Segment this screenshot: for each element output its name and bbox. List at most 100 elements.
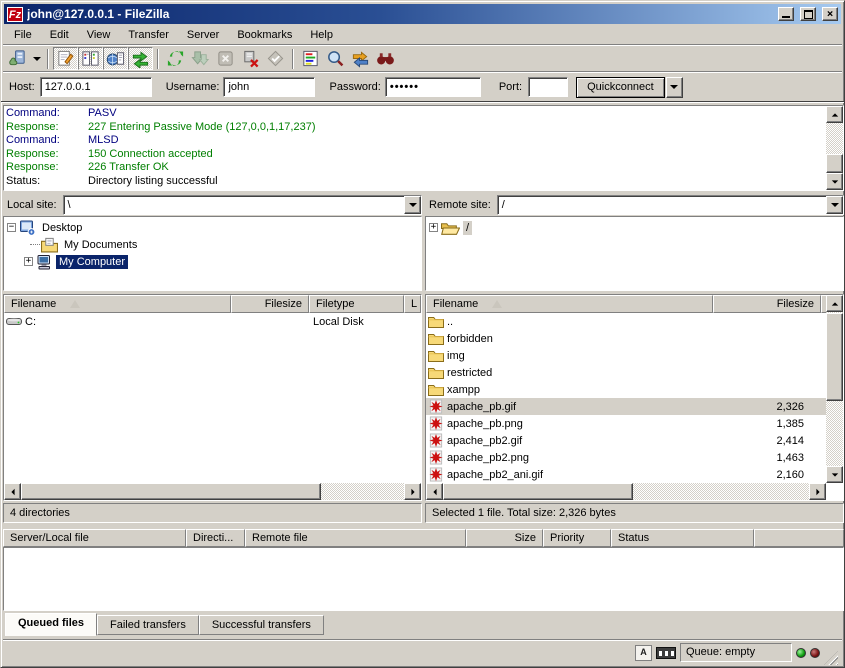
file-row[interactable]: restricted bbox=[426, 364, 826, 381]
column-header-priority[interactable]: Priority bbox=[543, 529, 611, 547]
column-header-server-local-file[interactable]: Server/Local file bbox=[3, 529, 186, 547]
column-header-direction[interactable]: Directi... bbox=[186, 529, 245, 547]
file-row-c-drive[interactable]: C: Local Disk bbox=[4, 313, 421, 330]
file-row[interactable]: img bbox=[426, 347, 826, 364]
title-bar[interactable]: Fz john@127.0.0.1 - FileZilla × bbox=[4, 4, 841, 24]
toggle-remote-tree-button[interactable] bbox=[103, 47, 128, 70]
scrollbar-track[interactable] bbox=[826, 312, 843, 466]
scrollbar-track[interactable] bbox=[826, 123, 843, 173]
scroll-up-button[interactable] bbox=[826, 295, 843, 312]
username-input[interactable] bbox=[223, 77, 315, 97]
column-header-filetype[interactable]: Filetype bbox=[309, 295, 404, 313]
column-header-filesize[interactable]: Filesize bbox=[713, 295, 821, 313]
minimize-button[interactable] bbox=[778, 7, 794, 21]
scroll-down-button[interactable] bbox=[826, 466, 843, 483]
local-site-value[interactable]: \ bbox=[64, 196, 404, 214]
scroll-left-button[interactable] bbox=[426, 483, 443, 500]
file-row[interactable]: xampp bbox=[426, 381, 826, 398]
toggle-message-log-button[interactable] bbox=[53, 47, 78, 70]
reconnect-button[interactable] bbox=[263, 47, 288, 70]
filter-button[interactable] bbox=[298, 47, 323, 70]
scrollbar-thumb[interactable] bbox=[826, 154, 843, 173]
local-site-combo[interactable]: \ bbox=[63, 195, 422, 215]
combo-dropdown-button[interactable] bbox=[826, 196, 843, 214]
column-header-filename[interactable]: Filename bbox=[426, 295, 713, 313]
remote-horizontal-scrollbar[interactable] bbox=[426, 483, 826, 500]
find-files-button[interactable] bbox=[373, 47, 398, 70]
transfer-queue-icon bbox=[131, 49, 150, 68]
local-horizontal-scrollbar[interactable] bbox=[4, 483, 421, 500]
scrollbar-thumb[interactable] bbox=[826, 313, 843, 401]
file-row[interactable]: apache_pb2.gif 2,414 bbox=[426, 432, 826, 449]
synchronized-browsing-button[interactable] bbox=[348, 47, 373, 70]
scrollbar-track[interactable] bbox=[21, 483, 404, 500]
speed-limit-indicator-icon[interactable] bbox=[656, 647, 676, 659]
scrollbar-track[interactable] bbox=[443, 483, 809, 500]
file-row[interactable]: apache_pb2_ani.gif 2,160 bbox=[426, 466, 826, 483]
refresh-button[interactable] bbox=[163, 47, 188, 70]
scroll-right-button[interactable] bbox=[809, 483, 826, 500]
tab-failed-transfers[interactable]: Failed transfers bbox=[97, 615, 199, 635]
host-input[interactable] bbox=[40, 77, 152, 97]
scroll-right-button[interactable] bbox=[404, 483, 421, 500]
tree-item-my-documents[interactable]: My Documents bbox=[4, 236, 421, 253]
column-header-size[interactable]: Size bbox=[466, 529, 543, 547]
scroll-up-button[interactable] bbox=[826, 106, 843, 123]
file-row[interactable]: apache_pb.png 1,385 bbox=[426, 415, 826, 432]
quickconnect-dropdown-button[interactable] bbox=[666, 77, 683, 98]
arrow-left-icon bbox=[433, 488, 436, 494]
quickconnect-button[interactable]: Quickconnect bbox=[576, 77, 665, 98]
column-header-filename[interactable]: Filename bbox=[4, 295, 231, 313]
port-input[interactable] bbox=[528, 77, 568, 97]
scrollbar-thumb[interactable] bbox=[21, 483, 321, 500]
collapse-icon[interactable] bbox=[7, 223, 16, 232]
password-input[interactable] bbox=[385, 77, 481, 97]
expand-icon[interactable] bbox=[24, 257, 33, 266]
file-row[interactable]: forbidden bbox=[426, 330, 826, 347]
toggle-local-tree-button[interactable] bbox=[78, 47, 103, 70]
column-header-remote-file[interactable]: Remote file bbox=[245, 529, 466, 547]
menu-transfer[interactable]: Transfer bbox=[119, 27, 178, 43]
menu-edit[interactable]: Edit bbox=[41, 27, 78, 43]
scroll-left-button[interactable] bbox=[4, 483, 21, 500]
remote-vertical-scrollbar[interactable] bbox=[826, 295, 843, 483]
menu-bookmarks[interactable]: Bookmarks bbox=[228, 27, 301, 43]
transfer-type-indicator-icon[interactable] bbox=[635, 645, 652, 661]
toggle-transfer-queue-button[interactable] bbox=[128, 47, 153, 70]
directory-comparison-button[interactable] bbox=[323, 47, 348, 70]
scroll-down-button[interactable] bbox=[826, 173, 843, 190]
menu-help[interactable]: Help bbox=[301, 27, 342, 43]
remote-site-value[interactable]: / bbox=[498, 196, 826, 214]
site-manager-button[interactable] bbox=[5, 47, 30, 70]
column-header-status[interactable]: Status bbox=[611, 529, 754, 547]
process-queue-button[interactable] bbox=[188, 47, 213, 70]
remote-site-row: Remote site: / bbox=[425, 194, 844, 215]
file-row[interactable]: apache_pb2.png 1,463 bbox=[426, 449, 826, 466]
menu-bar: File Edit View Transfer Server Bookmarks… bbox=[5, 25, 841, 44]
maximize-button[interactable] bbox=[800, 7, 816, 21]
queue-body[interactable] bbox=[3, 547, 844, 611]
column-header-filesize[interactable]: Filesize bbox=[231, 295, 309, 313]
cancel-button[interactable] bbox=[213, 47, 238, 70]
site-manager-dropdown-button[interactable] bbox=[30, 47, 43, 70]
expand-icon[interactable] bbox=[429, 223, 438, 232]
scrollbar-thumb[interactable] bbox=[443, 483, 633, 500]
menu-server[interactable]: Server bbox=[178, 27, 228, 43]
log-vertical-scrollbar[interactable] bbox=[826, 106, 843, 190]
close-button[interactable]: × bbox=[822, 7, 838, 21]
remote-site-combo[interactable]: / bbox=[497, 195, 844, 215]
tree-item-root[interactable]: / bbox=[426, 219, 843, 236]
tab-successful-transfers[interactable]: Successful transfers bbox=[199, 615, 324, 635]
tab-queued-files[interactable]: Queued files bbox=[5, 613, 97, 636]
file-row-selected[interactable]: apache_pb.gif 2,326 bbox=[426, 398, 826, 415]
file-row[interactable]: .. bbox=[426, 313, 826, 330]
combo-dropdown-button[interactable] bbox=[404, 196, 421, 214]
column-header-last-modified[interactable]: L bbox=[404, 295, 421, 313]
tree-item-desktop[interactable]: Desktop bbox=[4, 219, 421, 236]
menu-view[interactable]: View bbox=[78, 27, 120, 43]
menu-file[interactable]: File bbox=[5, 27, 41, 43]
disconnect-button[interactable] bbox=[238, 47, 263, 70]
local-tree: Desktop My Documents My Computer bbox=[3, 216, 422, 291]
resize-grip[interactable] bbox=[824, 651, 838, 665]
tree-item-my-computer[interactable]: My Computer bbox=[4, 253, 421, 270]
